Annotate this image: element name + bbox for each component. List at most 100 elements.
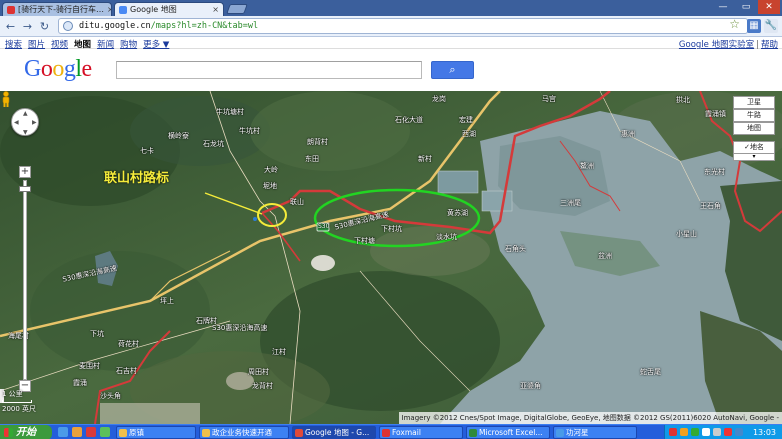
excel-icon [469, 429, 477, 437]
back-arrow-icon[interactable]: ← [3, 19, 18, 34]
gbar-link-maps[interactable]: 地图 [74, 38, 91, 50]
place-label: 江村 [272, 348, 286, 356]
taskbar-item-chrome[interactable]: Google 地图 - G... [292, 426, 376, 439]
highway-shield: S30 [318, 223, 330, 230]
task-label: 原镇 [129, 428, 144, 437]
pan-control[interactable]: ▲ ▼ ◀ ▶ [11, 108, 39, 136]
close-window-icon[interactable]: ✕ [758, 0, 780, 14]
street-view-pegman-icon[interactable] [0, 91, 12, 107]
gbar-link-images[interactable]: 图片 [28, 38, 45, 50]
desktop-quicklaunch-icon[interactable] [100, 427, 110, 437]
search-button[interactable]: ⌕ [431, 61, 474, 79]
maximize-icon[interactable]: ▭ [735, 0, 757, 14]
app-quicklaunch-icon[interactable] [86, 427, 96, 437]
taskbar-item-business[interactable]: 政企业务快速开通 [199, 426, 289, 439]
place-label: 王石角 [700, 202, 721, 210]
place-label: 大岭 [264, 166, 278, 174]
bookmark-star-icon[interactable]: ☆ [729, 17, 740, 31]
folder-quicklaunch-icon[interactable] [72, 427, 82, 437]
address-bar[interactable]: ditu.google.cn/maps?hl=zh-CN&tab=wl [58, 18, 748, 34]
place-label: 龙背村 [252, 382, 273, 390]
place-label: 霞涌 [73, 379, 87, 387]
start-label: 开始 [16, 427, 36, 438]
new-tab-button[interactable] [226, 4, 248, 14]
tray-app-icon[interactable] [669, 428, 677, 436]
tab-google-maps[interactable]: Google 地图 × [114, 2, 224, 16]
tray-volume-icon[interactable] [713, 428, 721, 436]
task-label: 功河星 [566, 428, 589, 437]
help-link[interactable]: 帮助 [761, 40, 778, 50]
system-tray: 13:03 [664, 425, 782, 439]
tray-antivirus-icon[interactable] [724, 428, 732, 436]
scale-metric: 1 公里 [2, 390, 23, 398]
zoom-slider-track[interactable] [23, 180, 27, 380]
gbar-link-more[interactable]: 更多 ▼ [143, 38, 169, 50]
taskbar-item-foxmail[interactable]: Foxmail [379, 426, 463, 439]
place-label: 荷花村 [118, 340, 139, 348]
browser-toolbar: ← → ↻ ditu.google.cn/maps?hl=zh-CN&tab=w… [0, 16, 782, 37]
close-tab-icon[interactable]: × [104, 5, 111, 14]
maps-labs-link[interactable]: Google 地图实验室 [679, 40, 754, 50]
place-label: 宏建 [459, 116, 473, 124]
place-label: 石龙坑 [203, 140, 224, 148]
place-label: 拱北 [676, 96, 690, 104]
place-label: 东光村 [704, 168, 725, 176]
task-label: Microsoft Excel... [479, 428, 543, 437]
taskbar-item-app[interactable]: 功河星 [553, 426, 637, 439]
more-layers-chevron-icon[interactable]: ▾ [733, 154, 775, 161]
extension-icon[interactable]: ▦ [747, 19, 761, 33]
google-nav-bar: 搜索 图片 视频 地图 新闻 购物 更多 ▼ Google 地图实验室 | 帮助 [0, 37, 782, 50]
minimize-icon[interactable]: — [712, 0, 734, 14]
gbar-link-search[interactable]: 搜索 [5, 38, 22, 50]
place-label: 蛇舌尾 [640, 368, 661, 376]
zoom-in-button[interactable]: + [19, 166, 31, 178]
pan-left-icon[interactable]: ◀ [14, 119, 19, 126]
folder-icon [119, 429, 127, 437]
tray-app-icon[interactable] [735, 428, 743, 436]
tray-app-icon[interactable] [680, 428, 688, 436]
place-label: 朗背村 [307, 138, 328, 146]
tray-app-icon[interactable] [691, 428, 699, 436]
place-label: 坪上 [160, 297, 174, 305]
gbar-link-news[interactable]: 新闻 [97, 38, 114, 50]
place-label: 新村 [418, 155, 432, 163]
close-tab-icon[interactable]: × [209, 5, 219, 14]
place-label: 联山 [290, 198, 304, 206]
zoom-slider-thumb[interactable] [19, 186, 31, 192]
highway-label-s: S30惠深沿海高速 [212, 324, 268, 332]
place-label: 横岭寮 [168, 132, 189, 140]
start-button[interactable]: 开始 [0, 425, 52, 439]
map-type-sub-roads[interactable]: 牛路 [733, 109, 775, 122]
map-type-map[interactable]: 地图 [733, 122, 775, 135]
taskbar-item-folder[interactable]: 原镇 [116, 426, 196, 439]
place-label: 牛坑村 [239, 127, 260, 135]
task-label: Foxmail [392, 428, 421, 437]
taskbar-item-excel[interactable]: Microsoft Excel... [466, 426, 550, 439]
reload-icon[interactable]: ↻ [37, 19, 52, 34]
place-label: 霞涌镇 [705, 110, 726, 118]
place-label: 七卡 [140, 147, 154, 155]
scale-bar: 1 公里 2000 英尺 [2, 389, 36, 414]
place-label: 小星山 [676, 230, 697, 238]
wrench-icon[interactable]: 🔧 [764, 19, 778, 33]
tab-cycling[interactable]: [骑行天下-骑行自行车… × [2, 2, 112, 16]
zoom-control: + − [19, 166, 31, 394]
ie-quicklaunch-icon[interactable] [58, 427, 68, 437]
map-canvas[interactable]: S30 S30惠深沿海高速 S30惠深沿海高速 S30惠深沿海高速 联山村路标 … [0, 91, 782, 424]
labels-checkbox-label: 地名 [749, 143, 764, 151]
pan-down-icon[interactable]: ▼ [23, 129, 28, 136]
task-label: 政企业务快速开通 [212, 428, 272, 437]
site-favicon-icon [7, 5, 15, 14]
place-label: 马宫 [542, 95, 556, 103]
google-logo[interactable]: Google [24, 56, 92, 83]
gbar-link-shopping[interactable]: 购物 [120, 38, 137, 50]
pan-up-icon[interactable]: ▲ [23, 110, 28, 117]
maps-search-input[interactable] [116, 61, 422, 79]
tray-network-icon[interactable] [702, 428, 710, 436]
pan-right-icon[interactable]: ▶ [32, 119, 37, 126]
forward-arrow-icon[interactable]: → [20, 19, 35, 34]
chrome-icon [295, 429, 303, 437]
place-label: 沙头角 [100, 392, 121, 400]
map-type-satellite[interactable]: 卫星 [733, 96, 775, 109]
gbar-link-videos[interactable]: 视频 [51, 38, 68, 50]
